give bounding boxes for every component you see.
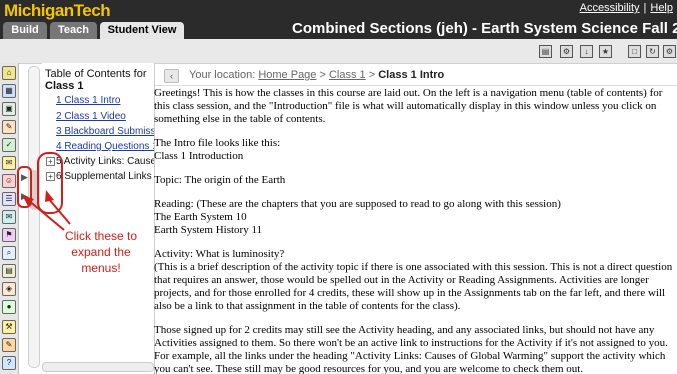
annotation-callout-text: Click these to expand the menus! (64, 229, 138, 275)
annotation-arrow-line (27, 199, 65, 231)
annotation-arrowhead (45, 190, 54, 202)
annotation-arrows (22, 190, 71, 231)
